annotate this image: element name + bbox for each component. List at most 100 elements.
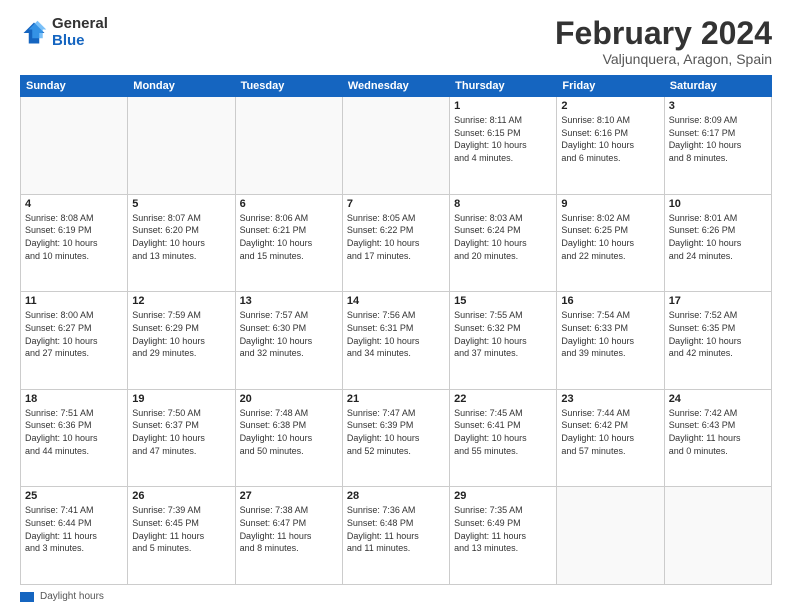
- day-number: 27: [240, 490, 338, 502]
- day-info: Sunrise: 7:45 AM Sunset: 6:41 PM Dayligh…: [454, 407, 552, 457]
- day-info: Sunrise: 7:38 AM Sunset: 6:47 PM Dayligh…: [240, 504, 338, 554]
- day-info: Sunrise: 7:57 AM Sunset: 6:30 PM Dayligh…: [240, 309, 338, 359]
- calendar-cell: 14Sunrise: 7:56 AM Sunset: 6:31 PM Dayli…: [342, 292, 449, 390]
- title-block: February 2024 Valjunquera, Aragon, Spain: [555, 16, 772, 67]
- calendar-week-3: 18 Sunrise: 7:51 AM Sunset: 6:36 PM Dayli…: [21, 389, 772, 487]
- logo-blue-text: Blue: [52, 33, 108, 50]
- calendar-cell: 22Sunrise: 7:45 AM Sunset: 6:41 PM Dayli…: [450, 389, 557, 487]
- calendar-cell: 11 Sunrise: 8:00 AM Sunset: 6:27 PM Dayli…: [21, 292, 128, 390]
- day-info: Sunrise: 7:54 AM Sunset: 6:33 PM Dayligh…: [561, 309, 659, 359]
- day-number: 21: [347, 393, 445, 405]
- day-number: 19: [132, 393, 230, 405]
- calendar-header-friday: Friday: [557, 76, 664, 97]
- day-info: Sunrise: 7:50 AM Sunset: 6:37 PM Dayligh…: [132, 407, 230, 457]
- calendar-cell: 27 Sunrise: 7:38 AM Sunset: 6:47 PM Dayli…: [235, 487, 342, 585]
- day-info: Sunrise: 8:01 AM Sunset: 6:26 PM Dayligh…: [669, 212, 767, 262]
- day-number: 10: [669, 198, 767, 210]
- day-info: Sunrise: 7:35 AM Sunset: 6:49 PM Dayligh…: [454, 504, 552, 554]
- day-info: Sunrise: 7:42 AM Sunset: 6:43 PM Dayligh…: [669, 407, 767, 457]
- calendar-cell: 1Sunrise: 8:11 AM Sunset: 6:15 PM Daylig…: [450, 97, 557, 195]
- calendar-cell: [128, 97, 235, 195]
- calendar-cell: 23 Sunrise: 7:44 AM Sunset: 6:42 PM Dayli…: [557, 389, 664, 487]
- calendar-cell: 8 Sunrise: 8:03 AM Sunset: 6:24 PM Daylig…: [450, 194, 557, 292]
- calendar-header-tuesday: Tuesday: [235, 76, 342, 97]
- calendar-cell: [342, 97, 449, 195]
- header: General Blue February 2024 Valjunquera, …: [20, 16, 772, 67]
- calendar-table: SundayMondayTuesdayWednesdayThursdayFrid…: [20, 75, 772, 585]
- calendar-cell: 2Sunrise: 8:10 AM Sunset: 6:16 PM Daylig…: [557, 97, 664, 195]
- day-number: 5: [132, 198, 230, 210]
- day-info: Sunrise: 7:39 AM Sunset: 6:45 PM Dayligh…: [132, 504, 230, 554]
- calendar-header-sunday: Sunday: [21, 76, 128, 97]
- logo-general-text: General: [52, 16, 108, 33]
- day-number: 18: [25, 393, 123, 405]
- day-number: 7: [347, 198, 445, 210]
- day-number: 14: [347, 295, 445, 307]
- day-info: Sunrise: 8:07 AM Sunset: 6:20 PM Dayligh…: [132, 212, 230, 262]
- legend-label: Daylight hours: [40, 591, 104, 602]
- day-number: 3: [669, 100, 767, 112]
- calendar-header-saturday: Saturday: [664, 76, 771, 97]
- calendar-cell: 18 Sunrise: 7:51 AM Sunset: 6:36 PM Dayli…: [21, 389, 128, 487]
- calendar-cell: 16 Sunrise: 7:54 AM Sunset: 6:33 PM Dayli…: [557, 292, 664, 390]
- day-number: 6: [240, 198, 338, 210]
- logo: General Blue: [20, 16, 108, 49]
- calendar-cell: 19 Sunrise: 7:50 AM Sunset: 6:37 PM Dayli…: [128, 389, 235, 487]
- day-number: 17: [669, 295, 767, 307]
- day-info: Sunrise: 7:51 AM Sunset: 6:36 PM Dayligh…: [25, 407, 123, 457]
- calendar-cell: 21 Sunrise: 7:47 AM Sunset: 6:39 PM Dayli…: [342, 389, 449, 487]
- calendar-header-row: SundayMondayTuesdayWednesdayThursdayFrid…: [21, 76, 772, 97]
- day-number: 13: [240, 295, 338, 307]
- day-number: 11: [25, 295, 123, 307]
- day-info: Sunrise: 8:02 AM Sunset: 6:25 PM Dayligh…: [561, 212, 659, 262]
- calendar-cell: 20 Sunrise: 7:48 AM Sunset: 6:38 PM Dayli…: [235, 389, 342, 487]
- calendar-header-thursday: Thursday: [450, 76, 557, 97]
- day-number: 12: [132, 295, 230, 307]
- day-info: Sunrise: 8:06 AM Sunset: 6:21 PM Dayligh…: [240, 212, 338, 262]
- day-number: 26: [132, 490, 230, 502]
- day-info: Sunrise: 8:00 AM Sunset: 6:27 PM Dayligh…: [25, 309, 123, 359]
- day-number: 20: [240, 393, 338, 405]
- calendar-cell: 26 Sunrise: 7:39 AM Sunset: 6:45 PM Dayli…: [128, 487, 235, 585]
- day-info: Sunrise: 7:48 AM Sunset: 6:38 PM Dayligh…: [240, 407, 338, 457]
- calendar-cell: 4 Sunrise: 8:08 AM Sunset: 6:19 PM Daylig…: [21, 194, 128, 292]
- day-number: 4: [25, 198, 123, 210]
- calendar-cell: 28Sunrise: 7:36 AM Sunset: 6:48 PM Dayli…: [342, 487, 449, 585]
- calendar-cell: 29 Sunrise: 7:35 AM Sunset: 6:49 PM Dayli…: [450, 487, 557, 585]
- calendar-cell: [664, 487, 771, 585]
- logo-icon: [20, 19, 48, 47]
- day-number: 16: [561, 295, 659, 307]
- day-number: 1: [454, 100, 552, 112]
- day-number: 23: [561, 393, 659, 405]
- calendar-cell: [557, 487, 664, 585]
- day-info: Sunrise: 8:03 AM Sunset: 6:24 PM Dayligh…: [454, 212, 552, 262]
- month-title: February 2024: [555, 16, 772, 51]
- day-info: Sunrise: 7:47 AM Sunset: 6:39 PM Dayligh…: [347, 407, 445, 457]
- day-info: Sunrise: 7:59 AM Sunset: 6:29 PM Dayligh…: [132, 309, 230, 359]
- calendar-cell: 12 Sunrise: 7:59 AM Sunset: 6:29 PM Dayli…: [128, 292, 235, 390]
- calendar-cell: 15Sunrise: 7:55 AM Sunset: 6:32 PM Dayli…: [450, 292, 557, 390]
- day-number: 8: [454, 198, 552, 210]
- logo-text: General Blue: [52, 16, 108, 49]
- calendar-week-1: 4 Sunrise: 8:08 AM Sunset: 6:19 PM Daylig…: [21, 194, 772, 292]
- legend-color-box: [20, 592, 34, 602]
- calendar-cell: 5 Sunrise: 8:07 AM Sunset: 6:20 PM Daylig…: [128, 194, 235, 292]
- day-info: Sunrise: 7:44 AM Sunset: 6:42 PM Dayligh…: [561, 407, 659, 457]
- day-number: 24: [669, 393, 767, 405]
- calendar-week-4: 25 Sunrise: 7:41 AM Sunset: 6:44 PM Dayli…: [21, 487, 772, 585]
- day-number: 2: [561, 100, 659, 112]
- calendar-cell: 7 Sunrise: 8:05 AM Sunset: 6:22 PM Daylig…: [342, 194, 449, 292]
- day-info: Sunrise: 8:05 AM Sunset: 6:22 PM Dayligh…: [347, 212, 445, 262]
- day-info: Sunrise: 8:08 AM Sunset: 6:19 PM Dayligh…: [25, 212, 123, 262]
- calendar-cell: 17Sunrise: 7:52 AM Sunset: 6:35 PM Dayli…: [664, 292, 771, 390]
- calendar-header-monday: Monday: [128, 76, 235, 97]
- day-info: Sunrise: 7:41 AM Sunset: 6:44 PM Dayligh…: [25, 504, 123, 554]
- calendar-cell: 9Sunrise: 8:02 AM Sunset: 6:25 PM Daylig…: [557, 194, 664, 292]
- legend: Daylight hours: [20, 591, 772, 602]
- day-number: 15: [454, 295, 552, 307]
- day-number: 29: [454, 490, 552, 502]
- day-number: 25: [25, 490, 123, 502]
- calendar-cell: 24 Sunrise: 7:42 AM Sunset: 6:43 PM Dayli…: [664, 389, 771, 487]
- calendar-header-wednesday: Wednesday: [342, 76, 449, 97]
- day-info: Sunrise: 7:36 AM Sunset: 6:48 PM Dayligh…: [347, 504, 445, 554]
